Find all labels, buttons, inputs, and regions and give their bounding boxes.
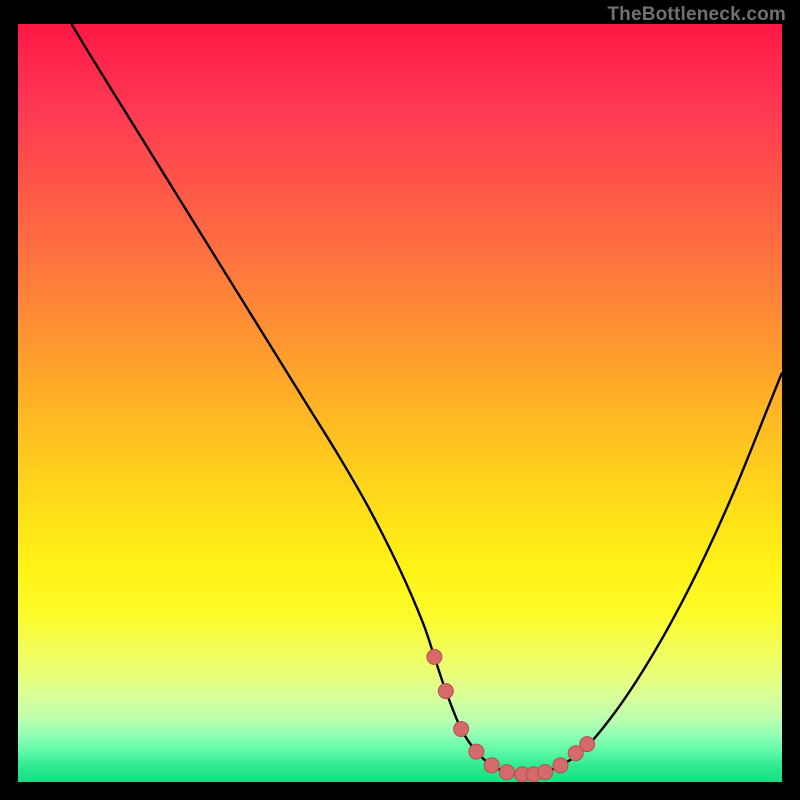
- gradient-plot-area: [18, 24, 782, 782]
- attribution-label: TheBottleneck.com: [607, 4, 786, 26]
- marker-dot: [499, 765, 514, 780]
- marker-dot: [427, 649, 442, 664]
- marker-dot: [454, 721, 469, 736]
- bottleneck-curve: [71, 24, 782, 775]
- chart-frame: TheBottleneck.com: [0, 0, 800, 800]
- marker-dot: [538, 765, 553, 780]
- marker-dot: [580, 737, 595, 752]
- optimal-zone-markers: [427, 649, 595, 781]
- marker-dot: [469, 744, 484, 759]
- curve-svg: [18, 24, 782, 782]
- marker-dot: [438, 684, 453, 699]
- marker-dot: [553, 758, 568, 773]
- marker-dot: [484, 758, 499, 773]
